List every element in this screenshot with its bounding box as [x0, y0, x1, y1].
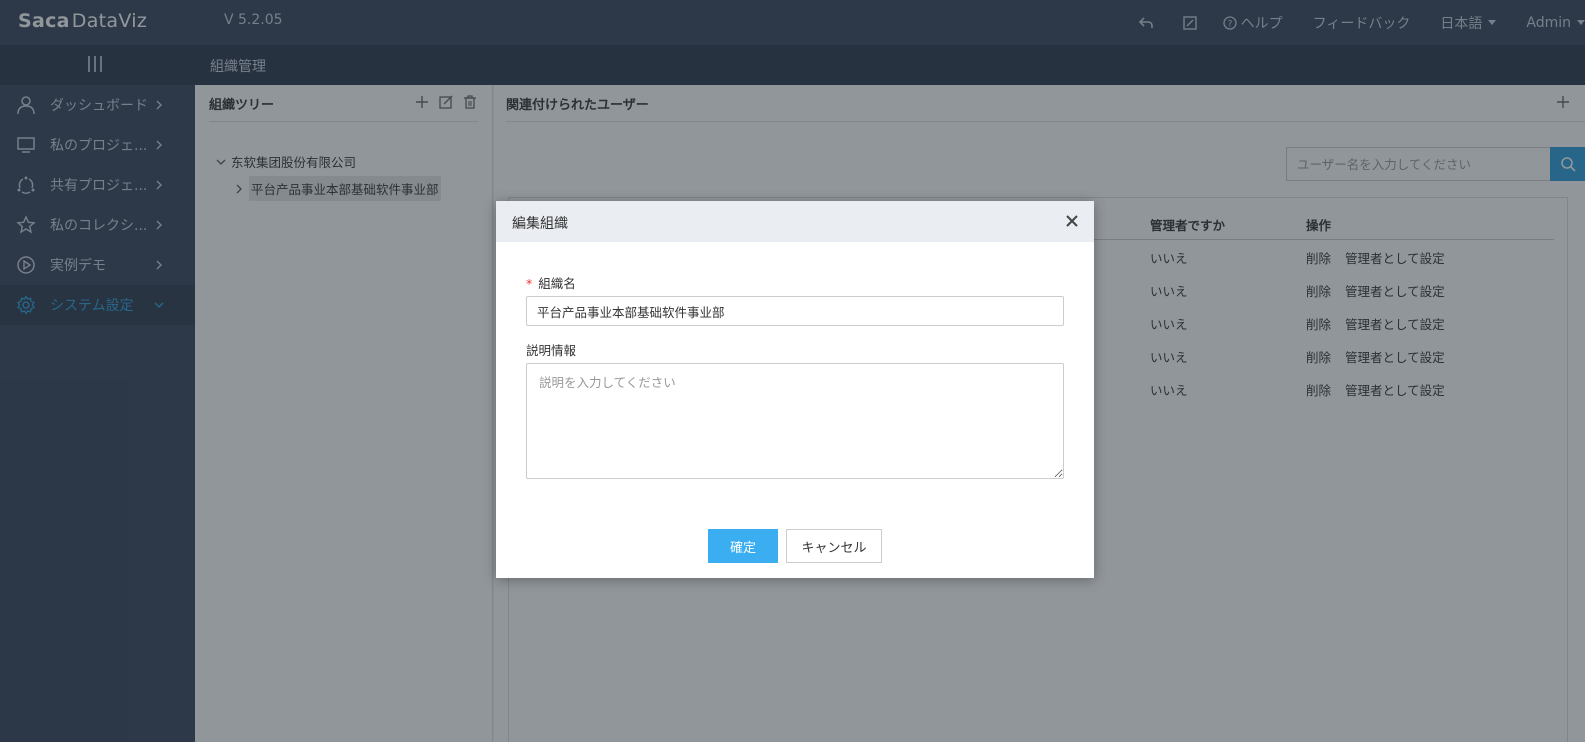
- edit-org-dialog: 編集組織 * 組織名 説明情報 確定 キャンセル: [496, 201, 1094, 578]
- org-name-label: * 組織名: [526, 273, 576, 292]
- confirm-button[interactable]: 確定: [708, 529, 778, 563]
- description-label: 説明情報: [526, 343, 577, 358]
- org-name-label-text: 組織名: [538, 276, 576, 291]
- description-textarea[interactable]: [526, 363, 1064, 479]
- close-icon[interactable]: [1064, 213, 1080, 229]
- dialog-header: 編集組織: [496, 201, 1094, 242]
- cancel-button[interactable]: キャンセル: [786, 529, 882, 563]
- required-mark: *: [526, 276, 533, 291]
- org-name-input[interactable]: [526, 296, 1064, 326]
- dialog-title: 編集組織: [512, 216, 568, 232]
